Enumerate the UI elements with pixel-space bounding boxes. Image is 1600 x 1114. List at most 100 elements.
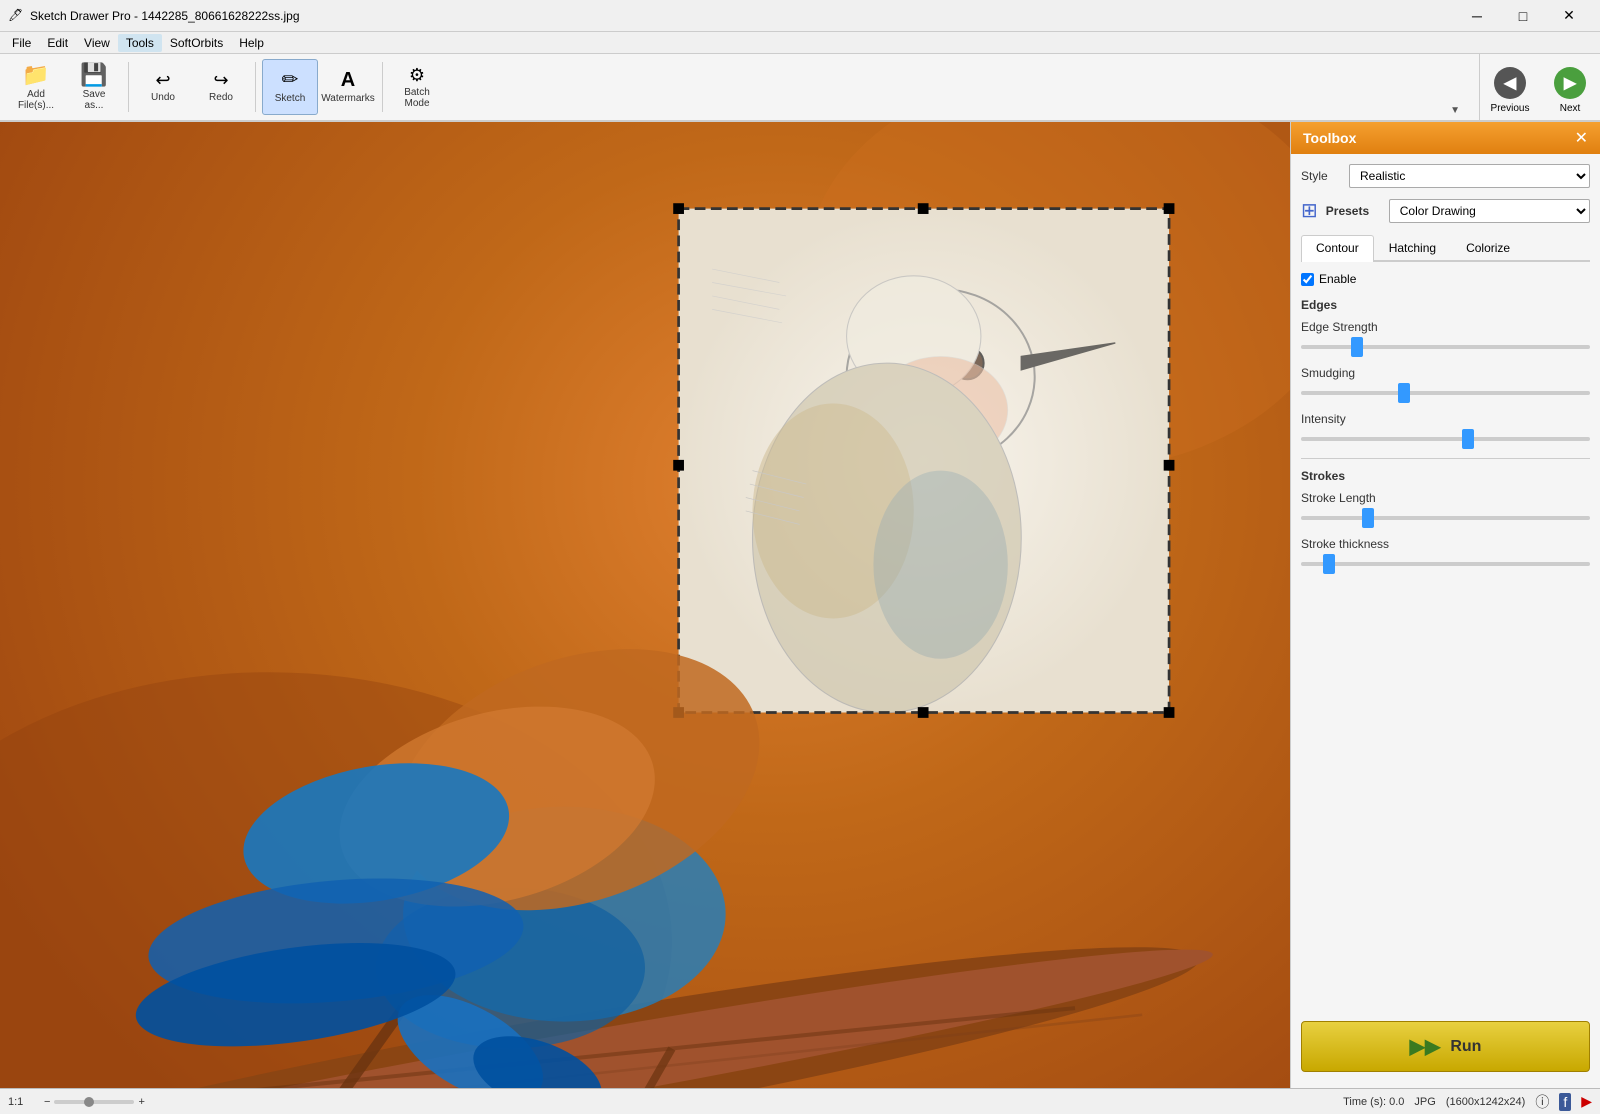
zoom-thumb — [84, 1097, 94, 1107]
stroke-length-group: Stroke Length — [1301, 491, 1590, 523]
add-file-label: AddFile(s)... — [18, 89, 54, 111]
section-divider — [1301, 458, 1590, 459]
presets-select[interactable]: Color Drawing Pencil Charcoal Ink — [1389, 199, 1590, 223]
main-content: Toolbox ✕ Style Realistic Simple Artisti… — [0, 122, 1600, 1088]
smudging-label: Smudging — [1301, 366, 1590, 380]
status-right: Time (s): 0.0 JPG (1600x1242x24) ⓘ f ▶ — [1343, 1092, 1592, 1112]
save-as-icon: 💾 — [80, 64, 107, 86]
bird-scene — [0, 122, 1290, 1088]
next-button[interactable]: ▶ Next — [1540, 62, 1600, 118]
bird-scene-svg — [0, 122, 1290, 1088]
edge-strength-slider[interactable] — [1301, 345, 1590, 349]
stroke-length-slider[interactable] — [1301, 516, 1590, 520]
save-as-button[interactable]: 💾 Saveas... — [66, 59, 122, 115]
watermarks-icon: A — [341, 70, 355, 90]
toolbox-spacer — [1291, 593, 1600, 1005]
toolbar: 📁 AddFile(s)... 💾 Saveas... ↩ Undo ↪ Red… — [0, 54, 1600, 122]
youtube-icon[interactable]: ▶ — [1581, 1093, 1592, 1110]
save-as-label: Saveas... — [83, 89, 106, 111]
watermarks-label: Watermarks — [321, 93, 375, 104]
status-bar: 1:1 − + Time (s): 0.0 JPG (1600x1242x24)… — [0, 1088, 1600, 1114]
time-label: Time (s): 0.0 — [1343, 1096, 1404, 1108]
window-title: Sketch Drawer Pro - 1442285_80661628222s… — [30, 9, 1454, 23]
tab-contour[interactable]: Contour — [1301, 235, 1374, 262]
nav-area: ◀ Previous ▶ Next — [1479, 54, 1600, 122]
toolbox-title: Toolbox — [1303, 130, 1356, 146]
run-label: Run — [1450, 1038, 1481, 1056]
info-icon[interactable]: ⓘ — [1535, 1092, 1549, 1112]
stroke-thickness-slider[interactable] — [1301, 562, 1590, 566]
facebook-icon[interactable]: f — [1559, 1093, 1571, 1111]
tab-colorize[interactable]: Colorize — [1451, 235, 1525, 260]
run-area: ▶▶ Run — [1291, 1005, 1600, 1088]
zoom-out-icon[interactable]: − — [44, 1096, 50, 1108]
toolbox-close-button[interactable]: ✕ — [1575, 128, 1588, 148]
enable-row: Enable — [1301, 272, 1590, 286]
presets-row: ⊞ Presets Color Drawing Pencil Charcoal … — [1301, 198, 1590, 223]
stroke-length-label: Stroke Length — [1301, 491, 1590, 505]
tab-hatching[interactable]: Hatching — [1374, 235, 1451, 260]
toolbar-separator-3 — [382, 62, 383, 112]
format-label: JPG — [1414, 1096, 1435, 1108]
strokes-section-header: Strokes — [1301, 469, 1590, 483]
menu-help[interactable]: Help — [231, 34, 272, 52]
menu-tools[interactable]: Tools — [118, 34, 162, 52]
strokes-section: Strokes Stroke Length Stroke thickness — [1301, 469, 1590, 569]
stroke-thickness-group: Stroke thickness — [1301, 537, 1590, 569]
edges-section-header: Edges — [1301, 298, 1590, 312]
run-icon: ▶▶ — [1410, 1034, 1441, 1059]
undo-label: Undo — [151, 92, 175, 103]
window-controls: ─ □ ✕ — [1454, 0, 1592, 32]
menu-file[interactable]: File — [4, 34, 39, 52]
menu-edit[interactable]: Edit — [39, 34, 76, 52]
sketch-label: Sketch — [275, 93, 306, 104]
toolbox-header: Toolbox ✕ — [1291, 122, 1600, 154]
title-bar: 🖊 Sketch Drawer Pro - 1442285_8066162822… — [0, 0, 1600, 32]
zoom-track[interactable] — [54, 1100, 134, 1104]
sketch-button[interactable]: ✏ Sketch — [262, 59, 318, 115]
style-row: Style Realistic Simple Artistic — [1301, 164, 1590, 188]
zoom-ratio: 1:1 — [8, 1096, 32, 1108]
minimize-button[interactable]: ─ — [1454, 0, 1500, 32]
maximize-button[interactable]: □ — [1500, 0, 1546, 32]
enable-checkbox[interactable] — [1301, 273, 1314, 286]
toolbar-more-indicator: ▼ — [1450, 105, 1460, 116]
run-button[interactable]: ▶▶ Run — [1301, 1021, 1590, 1072]
next-icon: ▶ — [1554, 67, 1586, 99]
zoom-controls[interactable]: − + — [44, 1096, 145, 1108]
sketch-icon: ✏ — [282, 70, 299, 90]
redo-icon: ↪ — [213, 71, 228, 89]
zoom-in-icon[interactable]: + — [138, 1096, 144, 1108]
toolbox-body: Style Realistic Simple Artistic ⊞ Preset… — [1291, 154, 1600, 593]
redo-button[interactable]: ↪ Redo — [193, 59, 249, 115]
tabs: Contour Hatching Colorize — [1301, 235, 1590, 262]
intensity-label: Intensity — [1301, 412, 1590, 426]
watermarks-button[interactable]: A Watermarks — [320, 59, 376, 115]
dimensions-label: (1600x1242x24) — [1446, 1096, 1526, 1108]
next-label: Next — [1560, 103, 1581, 114]
presets-icon: ⊞ — [1301, 198, 1318, 223]
toolbar-separator-1 — [128, 62, 129, 112]
previous-button[interactable]: ◀ Previous — [1480, 62, 1540, 118]
add-file-button[interactable]: 📁 AddFile(s)... — [8, 59, 64, 115]
intensity-slider[interactable] — [1301, 437, 1590, 441]
presets-label: Presets — [1326, 204, 1381, 218]
intensity-group: Intensity — [1301, 412, 1590, 444]
style-select[interactable]: Realistic Simple Artistic — [1349, 164, 1590, 188]
redo-label: Redo — [209, 92, 233, 103]
menu-view[interactable]: View — [76, 34, 118, 52]
batch-mode-icon: ⚙ — [409, 66, 425, 84]
smudging-slider[interactable] — [1301, 391, 1590, 395]
add-file-icon: 📁 — [22, 64, 49, 86]
close-button[interactable]: ✕ — [1546, 0, 1592, 32]
enable-label: Enable — [1319, 272, 1356, 286]
canvas-area[interactable] — [0, 122, 1290, 1088]
edge-strength-group: Edge Strength — [1301, 320, 1590, 352]
batch-mode-button[interactable]: ⚙ BatchMode — [389, 59, 445, 115]
stroke-thickness-label: Stroke thickness — [1301, 537, 1590, 551]
menu-softorbits[interactable]: SoftOrbits — [162, 34, 231, 52]
toolbox-panel: Toolbox ✕ Style Realistic Simple Artisti… — [1290, 122, 1600, 1088]
smudging-group: Smudging — [1301, 366, 1590, 398]
undo-button[interactable]: ↩ Undo — [135, 59, 191, 115]
menu-bar: File Edit View Tools SoftOrbits Help — [0, 32, 1600, 54]
